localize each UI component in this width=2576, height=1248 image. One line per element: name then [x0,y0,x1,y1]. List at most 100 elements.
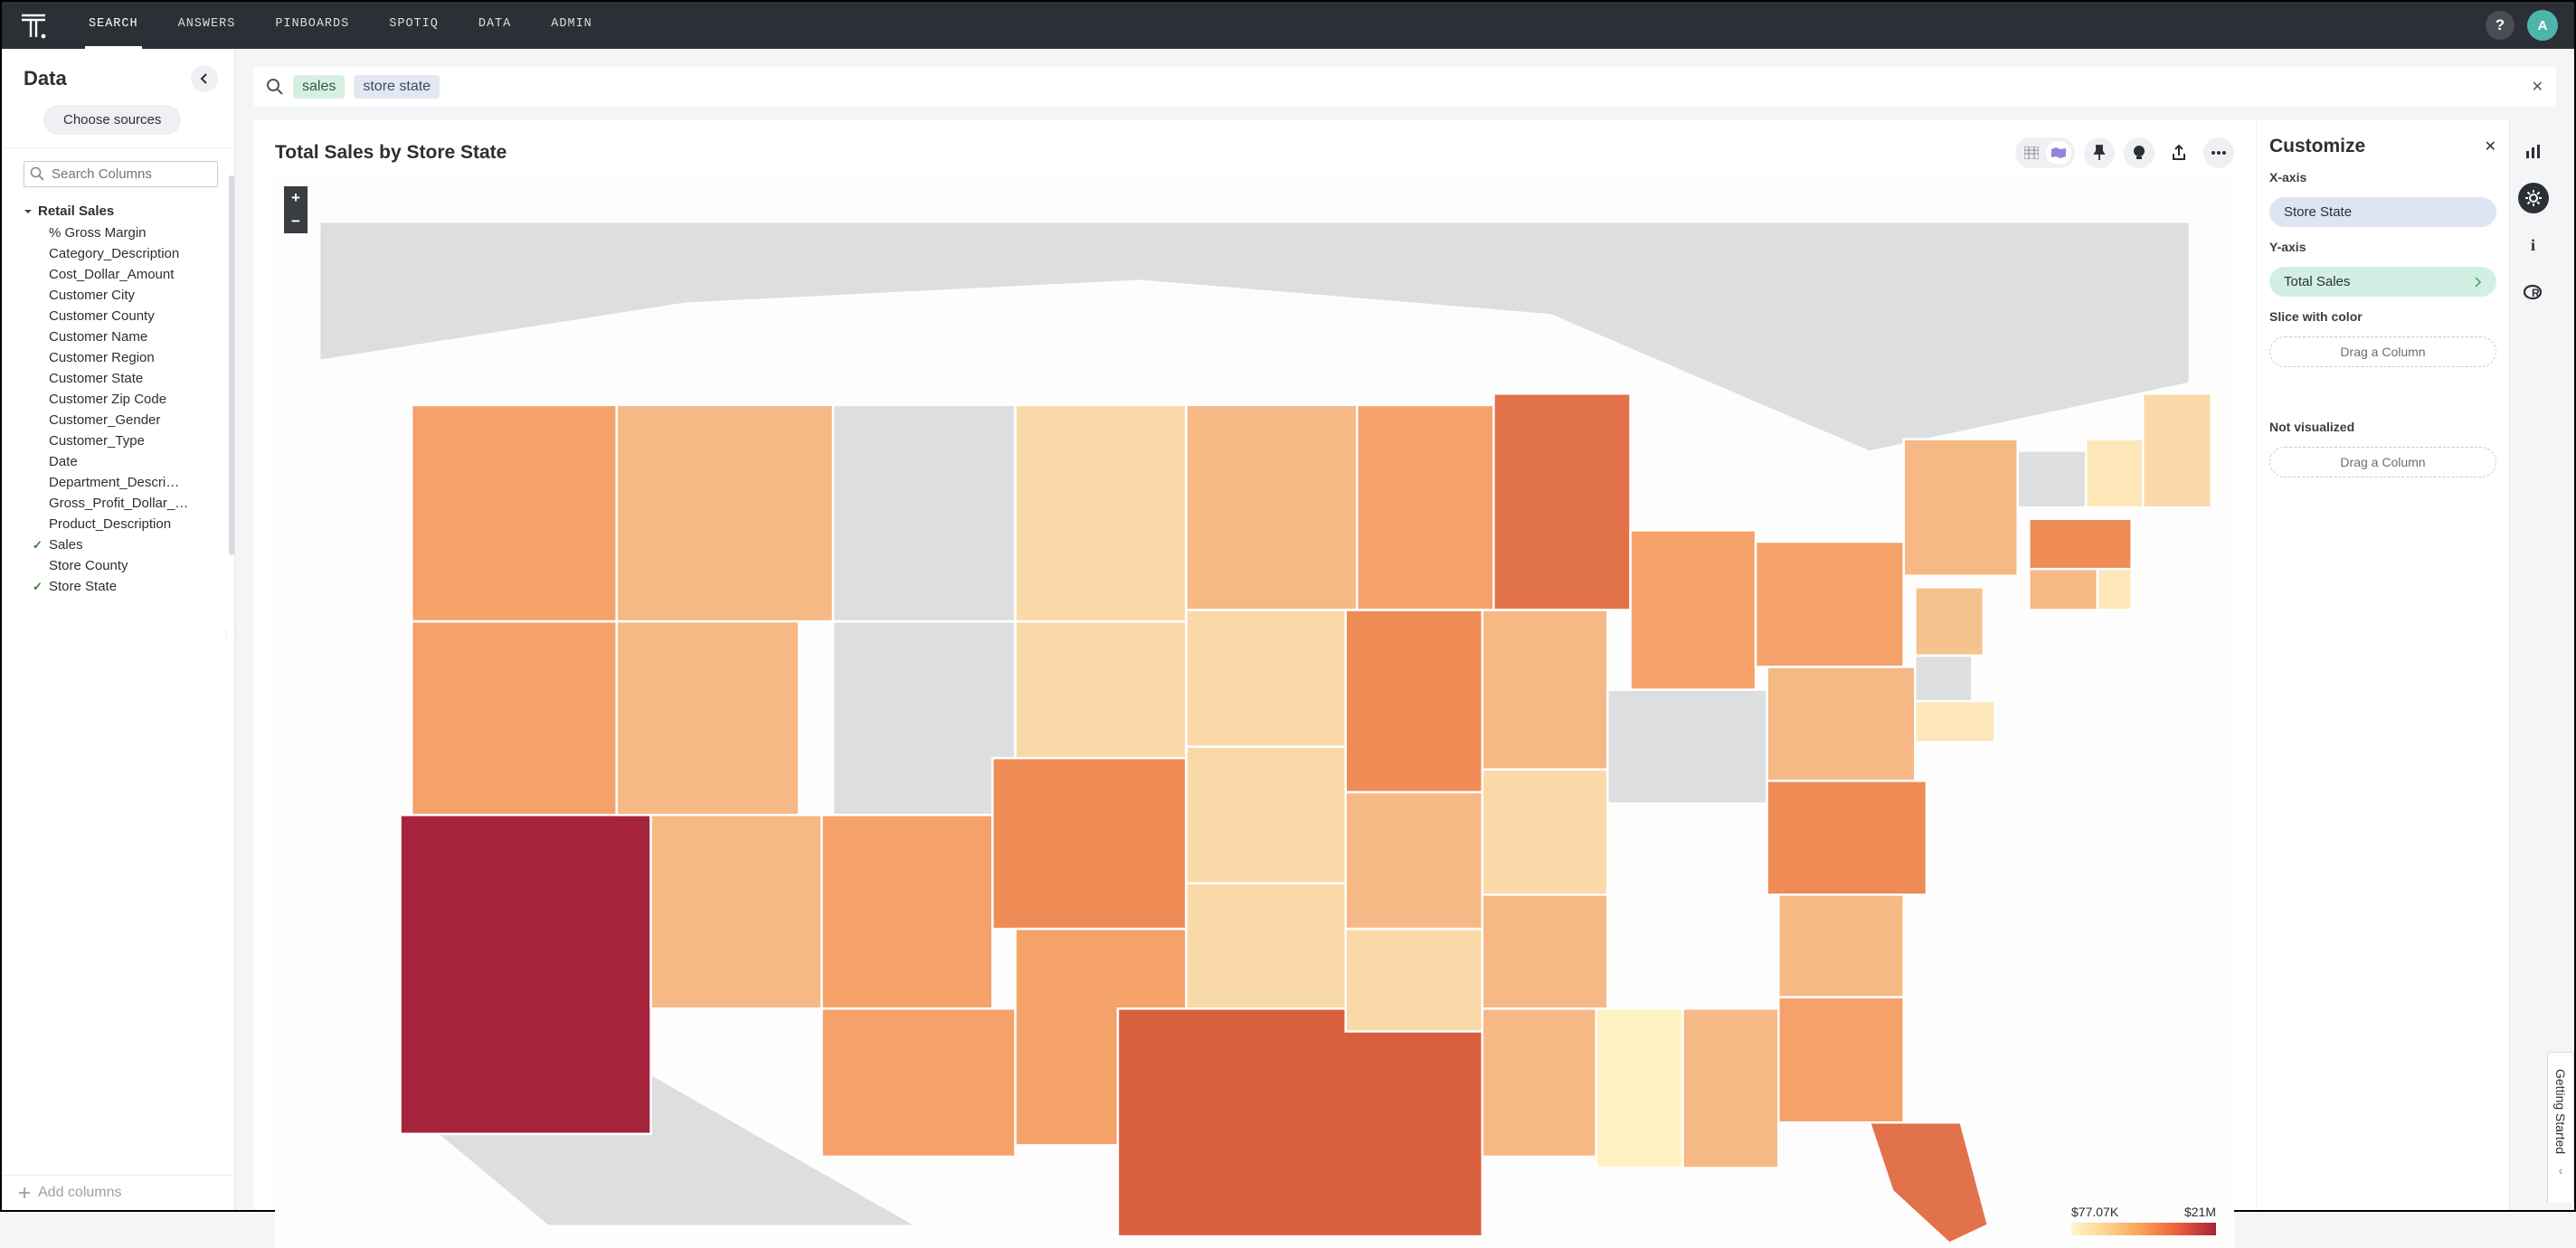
column-item[interactable]: Customer Region [24,347,229,368]
search-pill-store-state[interactable]: store state [354,75,440,99]
getting-started-label: Getting Started [2553,1069,2568,1154]
column-item[interactable]: Customer_Gender [24,410,229,430]
map-visualization[interactable]: + − [275,177,2234,1248]
nav-answers[interactable]: ANSWERS [175,2,240,49]
column-item[interactable]: Product_Description [24,514,229,534]
nav-search[interactable]: SEARCH [85,2,142,49]
column-item[interactable]: Department_Descri… [24,472,229,493]
column-label: Category_Description [49,246,179,261]
column-label: Gross_Profit_Dollar_… [49,496,188,511]
add-columns-button[interactable]: Add columns [2,1175,234,1210]
column-item[interactable]: Gross_Profit_Dollar_… [24,493,229,514]
rail-settings-button[interactable] [2518,183,2549,213]
check-icon: ✓ [33,580,43,594]
chart-view-button[interactable] [2046,141,2071,165]
table-view-button[interactable] [2019,141,2044,165]
more-icon [2211,150,2226,156]
not-visualized-dropzone[interactable]: Drag a Column [2269,447,2496,477]
map-icon [2050,147,2068,159]
search-icon [30,166,44,181]
nav-pinboards[interactable]: PINBOARDS [271,2,353,49]
column-item[interactable]: % Gross Margin [24,222,229,243]
slice-color-label: Slice with color [2269,309,2496,324]
column-item[interactable]: Customer State [24,368,229,389]
nav-data[interactable]: DATA [475,2,515,49]
column-item[interactable]: Customer_Type [24,430,229,451]
column-label: Customer State [49,371,143,386]
x-axis-value: Store State [2284,204,2352,220]
columns-tree[interactable]: Retail Sales % Gross Margin Category_Desc… [2,196,234,1175]
caret-down-icon [24,207,33,216]
slice-color-dropzone[interactable]: Drag a Column [2269,336,2496,367]
column-item[interactable]: Customer County [24,306,229,326]
column-item[interactable]: Category_Description [24,243,229,264]
rail-r-button[interactable]: R [2518,277,2549,307]
sidebar-collapse-button[interactable] [191,65,218,92]
nav-spotiq[interactable]: SPOTIQ [385,2,442,49]
column-label: Department_Descri… [49,475,179,490]
rail-info-button[interactable]: i [2518,230,2549,260]
choose-sources-button[interactable]: Choose sources [43,105,181,135]
column-label: Customer Zip Code [49,392,166,407]
info-icon: i [2531,236,2535,255]
nav-items: SEARCH ANSWERS PINBOARDS SPOTIQ DATA ADM… [85,2,596,49]
column-item[interactable]: Customer Zip Code [24,389,229,410]
close-customize-button[interactable]: ✕ [2485,137,2496,156]
table-icon [2024,147,2039,159]
column-label: Customer_Gender [49,412,160,428]
lightbulb-icon [2132,145,2146,161]
right-rail: i R [2509,119,2556,1210]
more-actions-button[interactable] [2203,137,2234,168]
column-item[interactable]: Customer Name [24,326,229,347]
customize-title: Customize [2269,136,2365,157]
share-icon [2171,145,2187,161]
search-icon [266,78,284,96]
search-bar[interactable]: sales store state ✕ [253,67,2556,107]
column-label: Date [49,454,78,469]
x-axis-field[interactable]: Store State [2269,197,2496,227]
add-columns-label: Add columns [38,1185,122,1201]
insights-button[interactable] [2124,137,2155,168]
column-item[interactable]: Store County [24,555,229,576]
column-label: Customer_Type [49,433,145,449]
y-axis-field[interactable]: Total Sales [2269,267,2496,297]
column-item[interactable]: Cost_Dollar_Amount [24,264,229,285]
zoom-out-button[interactable]: − [284,210,308,233]
nav-admin[interactable]: ADMIN [547,2,596,49]
us-map-svg [275,177,2234,1248]
sidebar-title: Data [24,67,67,90]
data-source[interactable]: Retail Sales [24,200,229,222]
column-item[interactable]: Customer City [24,285,229,306]
sidebar-scrollbar[interactable] [229,175,234,555]
rail-chart-type-button[interactable] [2518,136,2549,166]
getting-started-tab[interactable]: Getting Started ‹ [2547,1052,2574,1203]
sidebar-resize-handle[interactable]: ⋮⋮ [222,629,243,639]
share-button[interactable] [2164,137,2194,168]
map-legend: $77.07K $21M [2071,1205,2216,1235]
column-item[interactable]: Date [24,451,229,472]
chevron-left-icon [200,73,209,84]
column-label: Store State [49,579,117,594]
clear-search-button[interactable]: ✕ [2532,78,2543,96]
column-label: Customer City [49,288,135,303]
column-label: Product_Description [49,516,171,532]
column-item[interactable]: ✓Sales [24,534,229,555]
view-mode-toggle[interactable] [2015,137,2075,168]
pin-button[interactable] [2084,137,2115,168]
column-item[interactable]: ✓ Store State [24,576,229,597]
column-label: Cost_Dollar_Amount [49,267,174,282]
search-columns-input[interactable] [24,161,218,187]
zoom-in-button[interactable]: + [284,186,308,210]
customize-panel: Customize ✕ X-axis Store State Y-axis To… [2256,119,2509,1210]
user-avatar[interactable]: A [2527,10,2558,41]
r-lang-icon: R [2524,284,2543,300]
column-label: Store County [49,558,128,573]
search-pill-sales[interactable]: sales [293,75,345,99]
pin-icon [2093,145,2106,161]
app-logo[interactable] [18,10,49,41]
column-label: Customer County [49,308,155,324]
chart-title: Total Sales by Store State [275,142,507,164]
check-icon: ✓ [33,538,43,553]
chevron-left-icon: ‹ [2559,1163,2563,1177]
help-button[interactable]: ? [2486,11,2514,40]
